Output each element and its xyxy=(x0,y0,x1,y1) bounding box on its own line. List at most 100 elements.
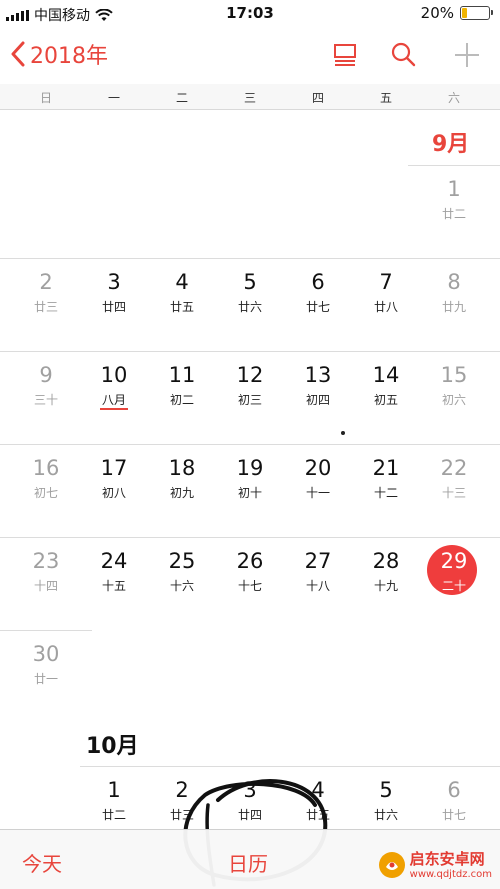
day-cell[interactable]: 27 十八 xyxy=(284,537,352,629)
lunar-date: 八月 xyxy=(101,393,126,407)
day-cell[interactable]: 20 十一 xyxy=(284,444,352,536)
day-number: 18 xyxy=(168,456,196,480)
lunar-date: 廿四 xyxy=(101,300,126,314)
lunar-date: 初八 xyxy=(101,486,126,500)
watermark-url: www.qdjtdz.com xyxy=(409,869,492,880)
day-number: 6 xyxy=(311,270,325,294)
day-cell[interactable]: 4 廿五 xyxy=(148,258,216,350)
watermark-title: 启东安卓网 xyxy=(409,850,485,868)
search-icon[interactable] xyxy=(388,40,418,70)
weekday-label: 六 xyxy=(447,91,460,105)
day-cell[interactable]: 28 十九 xyxy=(352,537,420,629)
tab-bar: 今天 日历 启东安卓网 www.qdjtdz.com xyxy=(0,829,500,889)
weekday-label: 一 xyxy=(107,91,120,105)
weekday-header: 日一二三四五六 xyxy=(0,84,500,110)
month-label-october: 10月 xyxy=(86,734,139,759)
lunar-date: 二十 xyxy=(441,579,466,593)
lunar-date: 廿五 xyxy=(169,300,194,314)
lunar-date: 十七 xyxy=(237,579,262,593)
day-cell[interactable]: 16 初七 xyxy=(12,444,80,536)
day-cell[interactable]: 24 十五 xyxy=(80,537,148,629)
lunar-date: 廿二 xyxy=(441,207,466,221)
day-number: 2 xyxy=(39,270,53,294)
lunar-date: 初七 xyxy=(33,486,58,500)
day-number: 13 xyxy=(304,363,332,387)
back-button[interactable]: 2018年 xyxy=(10,38,108,70)
calendars-button[interactable]: 日历 xyxy=(228,848,268,877)
lunar-date: 初九 xyxy=(169,486,194,500)
day-number: 5 xyxy=(379,778,393,802)
day-cell[interactable]: 14 初五 xyxy=(352,351,420,443)
list-view-icon[interactable] xyxy=(330,40,360,70)
lunar-date: 廿六 xyxy=(237,300,262,314)
day-cell[interactable]: 8 廿九 xyxy=(420,258,488,350)
day-number: 10 xyxy=(100,363,128,387)
lunar-date: 廿六 xyxy=(373,808,398,822)
status-right: 20% xyxy=(420,4,493,22)
lunar-date: 十四 xyxy=(33,579,58,593)
back-label: 2018年 xyxy=(30,44,108,69)
day-number: 29 xyxy=(440,549,468,573)
lunar-date: 十二 xyxy=(373,486,398,500)
day-number: 5 xyxy=(243,270,257,294)
lunar-month-start-underline xyxy=(100,408,128,410)
watermark-logo-icon xyxy=(378,851,405,878)
day-cell[interactable]: 1 廿二 xyxy=(420,165,488,257)
lunar-date: 廿九 xyxy=(441,300,466,314)
lunar-date: 十一 xyxy=(305,486,330,500)
lunar-date: 廿七 xyxy=(441,808,466,822)
lunar-date: 初十 xyxy=(237,486,262,500)
day-cell[interactable]: 19 初十 xyxy=(216,444,284,536)
add-icon[interactable] xyxy=(452,40,482,70)
day-number: 4 xyxy=(311,778,325,802)
day-number: 27 xyxy=(304,549,332,573)
lunar-date: 十六 xyxy=(169,579,194,593)
lunar-date: 初六 xyxy=(441,393,466,407)
lunar-date: 十三 xyxy=(441,486,466,500)
day-cell[interactable]: 22 十三 xyxy=(420,444,488,536)
day-cell[interactable]: 21 十二 xyxy=(352,444,420,536)
event-dot xyxy=(341,431,345,435)
today-button[interactable]: 今天 xyxy=(22,848,62,877)
day-number: 1 xyxy=(107,778,121,802)
day-cell[interactable]: 12 初三 xyxy=(216,351,284,443)
day-cell[interactable]: 17 初八 xyxy=(80,444,148,536)
battery-icon xyxy=(460,6,493,20)
lunar-date: 十八 xyxy=(305,579,330,593)
day-number: 6 xyxy=(447,778,461,802)
day-cell[interactable]: 30 廿一 xyxy=(12,630,80,722)
day-cell[interactable]: 11 初二 xyxy=(148,351,216,443)
day-number: 3 xyxy=(243,778,257,802)
lunar-date: 廿五 xyxy=(305,808,330,822)
day-cell[interactable]: 26 十七 xyxy=(216,537,284,629)
day-cell[interactable]: 2 廿三 xyxy=(12,258,80,350)
day-cell-today[interactable]: 29 二十 xyxy=(420,537,488,629)
day-cell[interactable]: 13 初四 xyxy=(284,351,352,443)
day-number: 30 xyxy=(32,642,60,666)
day-number: 20 xyxy=(304,456,332,480)
day-number: 9 xyxy=(39,363,53,387)
battery-percent: 20% xyxy=(420,4,454,22)
weekday-label: 三 xyxy=(243,91,256,105)
day-cell[interactable]: 5 廿六 xyxy=(216,258,284,350)
day-cell[interactable]: 10 八月 xyxy=(80,351,148,443)
day-cell[interactable]: 18 初九 xyxy=(148,444,216,536)
day-cell[interactable]: 15 初六 xyxy=(420,351,488,443)
day-cell[interactable]: 9 三十 xyxy=(12,351,80,443)
day-number: 24 xyxy=(100,549,128,573)
weekday-label: 五 xyxy=(379,91,392,105)
day-number: 1 xyxy=(447,177,461,201)
watermark: 启东安卓网 www.qdjtdz.com xyxy=(378,848,492,881)
day-cell[interactable]: 6 廿七 xyxy=(284,258,352,350)
day-cell[interactable]: 7 廿八 xyxy=(352,258,420,350)
day-number: 3 xyxy=(107,270,121,294)
day-cell[interactable]: 23 十四 xyxy=(12,537,80,629)
day-number: 22 xyxy=(440,456,468,480)
status-bar: 中国移动 17:03 20% xyxy=(0,0,500,28)
day-cell[interactable]: 25 十六 xyxy=(148,537,216,629)
lunar-date: 初三 xyxy=(237,393,262,407)
day-number: 17 xyxy=(100,456,128,480)
day-cell[interactable]: 3 廿四 xyxy=(80,258,148,350)
day-number: 23 xyxy=(32,549,60,573)
month-label-september: 9月 xyxy=(432,132,470,157)
